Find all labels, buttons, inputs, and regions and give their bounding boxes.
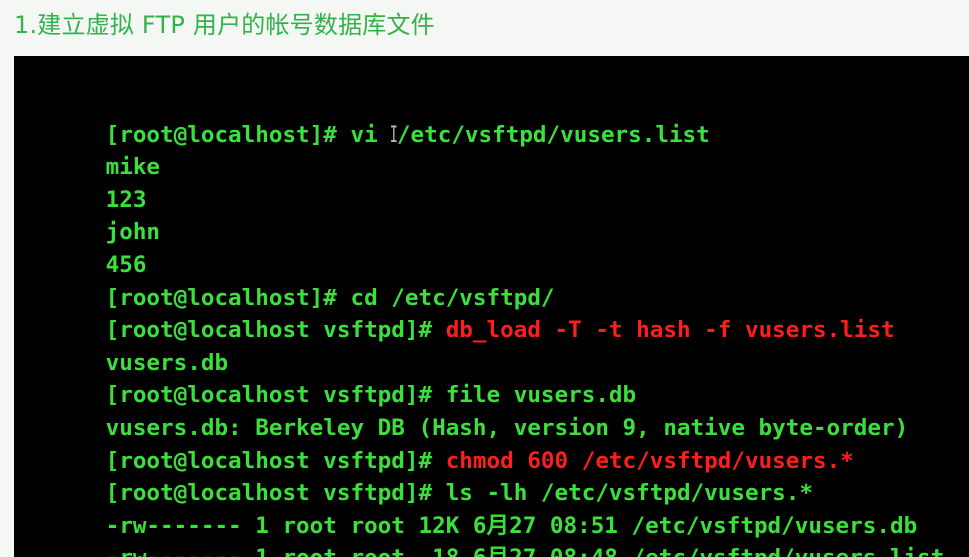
output-text: vusers.db: [105, 349, 229, 376]
output-text: mike: [105, 154, 161, 181]
output-text: 123: [105, 186, 147, 213]
terminal-window[interactable]: [root@localhost]# vi I/etc/vsftpd/vusers…: [14, 56, 969, 557]
output-text: vusers.db: Berkeley DB (Hash, version 9,…: [105, 414, 909, 441]
shell-prompt: [root@localhost vsftpd]#: [105, 480, 446, 507]
terminal-line: 123: [24, 151, 944, 213]
command-text: vi: [350, 121, 392, 148]
output-text: john: [105, 219, 161, 246]
output-text: -rw------- 1 root root 18 6月27 08:48 /et…: [106, 545, 945, 557]
text-cursor-icon: I: [390, 121, 399, 148]
command-text: file vusers.db: [445, 382, 637, 409]
shell-prompt: [root@localhost vsftpd]#: [105, 382, 446, 409]
command-text-highlighted: db_load -T -t hash -f vusers.list: [445, 317, 895, 344]
command-text: ls -lh /etc/vsftpd/vusers.*: [445, 480, 813, 507]
command-text-highlighted: chmod 600 /etc/vsftpd/vusers.*: [445, 447, 854, 474]
output-text: -rw------- 1 root root 12K 6月27 08:51 /e…: [105, 512, 918, 539]
terminal-line: [root@localhost]# vi I/etc/vsftpd/vusers…: [24, 86, 944, 148]
terminal-line: [root@localhost]# cd /etc/vsftpd/: [24, 249, 944, 311]
terminal-output: [root@localhost]# vi I/etc/vsftpd/vusers…: [24, 86, 945, 557]
terminal-line: john: [24, 184, 944, 245]
shell-prompt: [root@localhost vsftpd]#: [105, 447, 446, 474]
shell-prompt: [root@localhost]#: [105, 121, 351, 148]
shell-prompt: [root@localhost vsftpd]#: [105, 317, 446, 344]
command-text: /etc/vsftpd/vusers.list: [396, 121, 710, 148]
section-heading: 1.建立虚拟 FTP 用户的帐号数据库文件: [14, 11, 435, 39]
command-text: cd /etc/vsftpd/: [350, 284, 555, 311]
shell-prompt: [root@localhost]#: [105, 284, 351, 311]
terminal-line: 456: [24, 216, 944, 278]
output-text: 456: [105, 251, 147, 278]
